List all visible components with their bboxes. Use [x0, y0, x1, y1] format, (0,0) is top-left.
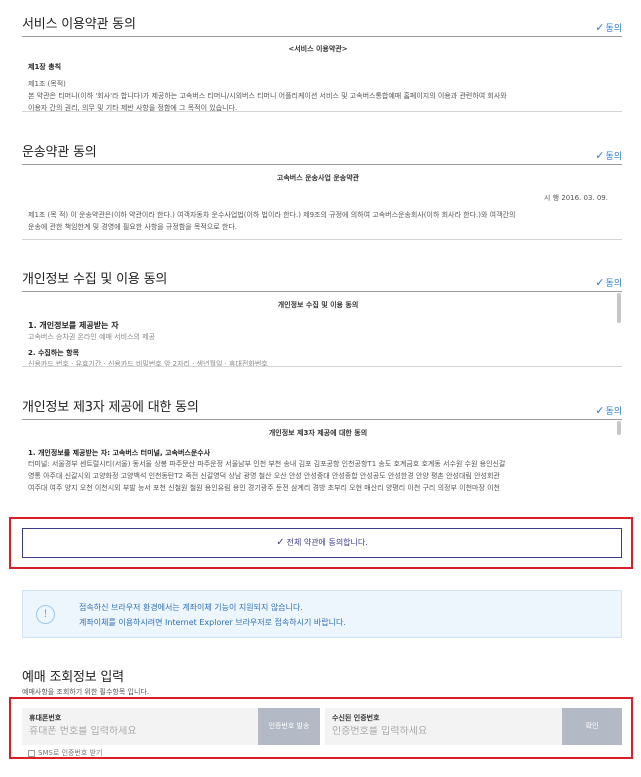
terms-line: 본 약관은 티머니(이하 '회사'라 합니다)가 제공하는 고속버스 티머니/시… — [28, 92, 507, 100]
terms-heading: 고속버스 운송사업 운송약관 — [276, 174, 360, 182]
agree-all-label: 전체 약관에 동의합니다. — [286, 538, 368, 547]
agree-label: 동의 — [605, 407, 622, 417]
third-party-terms-header: 개인정보 제3자 제공에 대한 동의 ✓동의 — [22, 393, 622, 419]
terms-heading: <서비스 이용약관> — [288, 45, 348, 53]
browser-notice: ! 접속하신 브라우저 환경에서는 계좌이체 기능이 지원되지 않습니다. 계좌… — [22, 590, 622, 638]
info-icon: ! — [36, 605, 55, 624]
terms-item-title: 2. 수집하는 항목 — [28, 349, 80, 357]
transport-terms-box[interactable]: 고속버스 운송사업 운송약관 시 행 2016. 03. 09. 제1조 (목 … — [22, 164, 622, 240]
service-terms-header: 서비스 이용약관 동의 ✓동의 — [22, 10, 622, 36]
privacy-terms-box[interactable]: 개인정보 수집 및 이용 동의 1. 개인정보를 제공받는 자 고속버스 승차권… — [22, 291, 622, 367]
terms-line: 운송에 관한 책임한계 및 경영에 필요한 사항을 규정함을 목적으로 한다. — [28, 223, 238, 231]
terms-item-title: 1. 개인정보를 제공받는 자: 고속버스 터미널, 고속버스운수사 — [28, 449, 211, 457]
notice-line: 접속하신 브라우저 환경에서는 계좌이체 기능이 지원되지 않습니다. — [79, 603, 303, 612]
service-terms-box[interactable]: <서비스 이용약관> 제1장 총칙 제1조 (목적) 본 약관은 티머니(이하 … — [22, 36, 622, 112]
form-title: 예매 조회정보 입력 — [22, 670, 124, 685]
agree-label: 동의 — [605, 279, 622, 289]
sms-option[interactable]: SMS로 인증번호 받기 — [28, 748, 102, 758]
sms-label: SMS로 인증번호 받기 — [38, 749, 103, 757]
third-party-terms-agree-toggle[interactable]: ✓동의 — [595, 404, 622, 417]
terms-heading: 개인정보 제3자 제공에 대한 동의 — [268, 429, 368, 437]
form-subtitle: 예매사항을 조회하기 위한 필수항목 입니다. — [22, 688, 150, 696]
code-input[interactable] — [332, 726, 552, 737]
send-code-button[interactable]: 인증번호 발송 — [258, 708, 320, 745]
phone-field: 휴대폰번호 — [22, 708, 258, 745]
service-terms-section: 서비스 이용약관 동의 ✓동의 <서비스 이용약관> 제1장 총칙 제1조 (목… — [22, 10, 622, 112]
phone-label: 휴대폰번호 — [29, 714, 62, 722]
check-icon: ✓ — [595, 149, 605, 162]
service-terms-agree-toggle[interactable]: ✓동의 — [595, 21, 622, 34]
terms-date: 시 행 2016. 03. 09. — [543, 194, 608, 202]
code-label: 수신된 인증번호 — [332, 714, 380, 722]
check-icon: ✓ — [595, 21, 605, 34]
privacy-terms-header: 개인정보 수집 및 이용 동의 ✓동의 — [22, 265, 622, 291]
terms-item-text: 신용카드 번호 · 유효기간 · 신용카드 비밀번호 앞 2자리 · 생년월일 … — [28, 360, 268, 367]
check-icon: ✓ — [276, 537, 285, 548]
transport-terms-header: 운송약관 동의 ✓동의 — [22, 138, 622, 164]
terms-line: 여주대 여주 양지 오천 이천시외 부발 능서 포천 신철원 철원 용인유림 용… — [28, 484, 501, 492]
agree-all-button[interactable]: ✓ 전체 약관에 동의합니다. — [22, 528, 622, 558]
service-terms-title: 서비스 이용약관 동의 — [22, 17, 136, 32]
phone-input[interactable] — [29, 726, 249, 737]
terms-line: 이용자 간의 권리, 의무 및 기타 제반 사항을 정함에 그 목적이 있습니다… — [28, 104, 238, 112]
terms-item-text: 고속버스 승차권 온라인 예매 서비스의 제공 — [28, 333, 156, 341]
scrollbar[interactable] — [617, 421, 621, 435]
check-icon: ✓ — [595, 404, 605, 417]
agree-label: 동의 — [605, 152, 622, 162]
third-party-terms-box[interactable]: 개인정보 제3자 제공에 대한 동의 1. 개인정보를 제공받는 자: 고속버스… — [22, 419, 622, 495]
confirm-button[interactable]: 확인 — [562, 708, 622, 745]
transport-terms-section: 운송약관 동의 ✓동의 고속버스 운송사업 운송약관 시 행 2016. 03.… — [22, 138, 622, 240]
privacy-terms-section: 개인정보 수집 및 이용 동의 ✓동의 개인정보 수집 및 이용 동의 1. 개… — [22, 265, 622, 367]
terms-line: 영통 아주대 신갈시외 고양화정 고양백석 인천동탄T2 죽전 신갈영덕 상남 … — [28, 472, 500, 480]
terms-line: 제1조 (목 적) 이 운송약관은(이하 약관이라 한다.) 여객자동차 운수사… — [28, 211, 516, 219]
transport-terms-agree-toggle[interactable]: ✓동의 — [595, 149, 622, 162]
agree-label: 동의 — [605, 24, 622, 34]
privacy-terms-agree-toggle[interactable]: ✓동의 — [595, 276, 622, 289]
terms-chapter: 제1장 총칙 — [28, 63, 62, 71]
terms-line: 터미널: 서울경부 센트럴시티(서울) 동서울 상봉 파주문산 파주운정 서울남… — [28, 460, 506, 468]
check-icon: ✓ — [595, 276, 605, 289]
sms-checkbox[interactable] — [28, 749, 35, 757]
terms-item-title: 1. 개인정보를 제공받는 자 — [28, 321, 119, 330]
terms-article: 제1조 (목적) — [28, 80, 66, 88]
scrollbar[interactable] — [617, 293, 621, 323]
third-party-terms-title: 개인정보 제3자 제공에 대한 동의 — [22, 400, 199, 415]
terms-heading: 개인정보 수집 및 이용 동의 — [277, 301, 359, 309]
code-field: 수신된 인증번호 — [325, 708, 562, 745]
notice-line: 계좌이체를 이용하시려면 Internet Explorer 브라우저로 접속하… — [79, 618, 346, 627]
third-party-terms-section: 개인정보 제3자 제공에 대한 동의 ✓동의 개인정보 제3자 제공에 대한 동… — [22, 393, 622, 495]
privacy-terms-title: 개인정보 수집 및 이용 동의 — [22, 272, 168, 287]
transport-terms-title: 운송약관 동의 — [22, 145, 97, 160]
